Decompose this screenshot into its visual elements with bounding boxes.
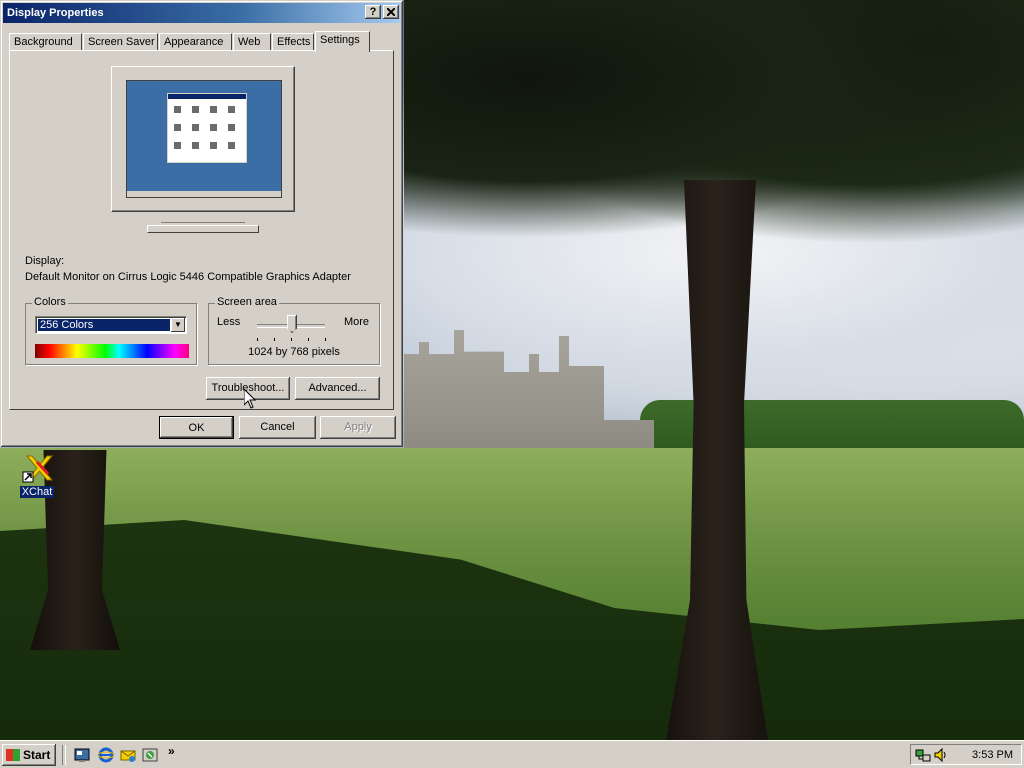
- colors-dropdown-value: 256 Colors: [38, 319, 170, 331]
- windows-logo-icon: [6, 749, 20, 761]
- start-label: Start: [23, 748, 51, 762]
- desktop-icon-label: XChat: [19, 486, 55, 498]
- network-tray-icon[interactable]: [915, 747, 931, 763]
- colors-group: Colors 256 Colors ▼: [25, 296, 197, 365]
- colors-group-label: Colors: [32, 296, 68, 308]
- internet-explorer-icon[interactable]: [97, 747, 115, 763]
- slider-tick: [291, 338, 292, 341]
- start-button[interactable]: Start: [2, 744, 56, 766]
- outlook-express-icon[interactable]: [120, 747, 136, 763]
- taskbar-separator: [62, 745, 66, 765]
- monitor-base: [147, 225, 259, 233]
- tab-appearance[interactable]: Appearance: [159, 33, 232, 50]
- show-desktop-icon[interactable]: [74, 747, 90, 763]
- help-button[interactable]: ?: [365, 5, 381, 19]
- desktop-icon-xchat[interactable]: XChat: [14, 452, 60, 498]
- screen-area-group: Screen area Less More 1024 by 768 pixels: [208, 296, 380, 365]
- mouse-pointer-icon: [243, 387, 257, 409]
- taskbar: Start » 3:53 PM: [0, 740, 1024, 768]
- slider-tick: [325, 338, 326, 341]
- close-button[interactable]: [383, 5, 399, 19]
- color-spectrum-preview: [35, 344, 189, 358]
- tab-background[interactable]: Background: [9, 33, 82, 50]
- resolution-label: 1024 by 768 pixels: [248, 346, 340, 358]
- display-adapter-name: Default Monitor on Cirrus Logic 5446 Com…: [25, 271, 351, 283]
- slider-tick: [257, 338, 258, 341]
- tab-web[interactable]: Web: [233, 33, 271, 50]
- slider-more-label: More: [343, 316, 369, 328]
- monitor-stand: [161, 212, 245, 223]
- colors-dropdown[interactable]: 256 Colors ▼: [35, 316, 187, 334]
- ok-button[interactable]: OK: [159, 416, 234, 439]
- screen-area-slider-thumb[interactable]: [287, 315, 297, 333]
- display-properties-dialog: Display Properties ? Background Screen S…: [0, 0, 403, 447]
- system-tray: 3:53 PM: [910, 744, 1022, 765]
- close-icon: [386, 7, 396, 17]
- slider-tick: [308, 338, 309, 341]
- title-bar[interactable]: Display Properties ?: [3, 3, 400, 23]
- xchat-icon: [21, 452, 54, 484]
- tab-settings[interactable]: Settings: [315, 31, 370, 52]
- volume-tray-icon[interactable]: [933, 747, 949, 763]
- display-label: Display:: [25, 255, 65, 267]
- apply-button[interactable]: Apply: [320, 416, 396, 439]
- window-title: Display Properties: [7, 7, 104, 19]
- preview-taskbar: [127, 191, 281, 197]
- taskbar-clock[interactable]: 3:53 PM: [972, 749, 1013, 761]
- tab-effects[interactable]: Effects: [272, 33, 314, 50]
- monitor-preview: [111, 66, 295, 212]
- channels-icon[interactable]: [142, 747, 158, 763]
- preview-window: [167, 93, 247, 163]
- quick-launch-more-chevron[interactable]: »: [168, 744, 175, 758]
- chevron-down-icon[interactable]: ▼: [171, 318, 185, 332]
- tab-screen-saver[interactable]: Screen Saver: [83, 33, 158, 50]
- cancel-button[interactable]: Cancel: [239, 416, 316, 439]
- preview-screen: [126, 80, 282, 198]
- slider-less-label: Less: [217, 316, 241, 328]
- slider-tick: [274, 338, 275, 341]
- screen-area-group-label: Screen area: [215, 296, 279, 308]
- advanced-button[interactable]: Advanced...: [295, 377, 380, 400]
